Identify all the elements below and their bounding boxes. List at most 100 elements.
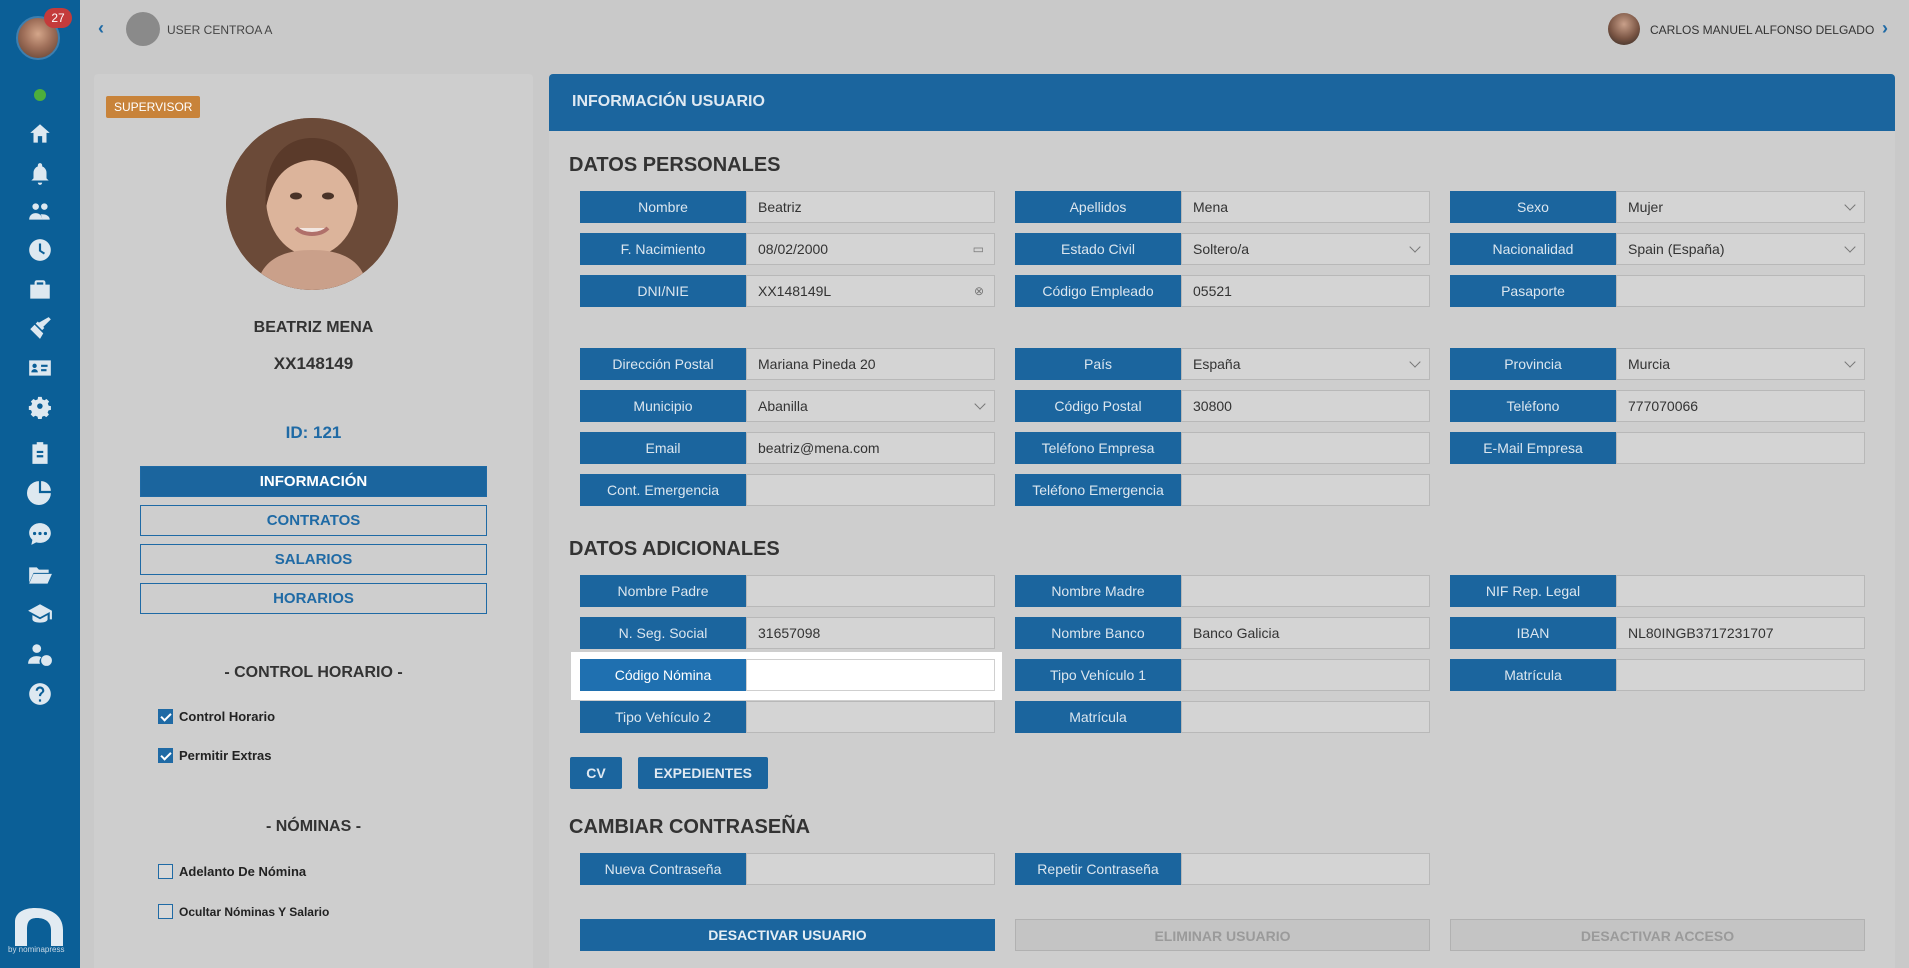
apellidos-input[interactable]: Mena xyxy=(1181,191,1430,223)
email-empresa-input[interactable] xyxy=(1616,432,1865,464)
clipboard-icon[interactable] xyxy=(26,439,54,467)
broom-icon[interactable] xyxy=(26,314,54,342)
tab-contratos[interactable]: CONTRATOS xyxy=(140,505,487,536)
nacimiento-input[interactable]: 08/02/2000 ▭ xyxy=(746,233,995,265)
clear-icon[interactable]: ⊗ xyxy=(974,276,984,306)
field-label: Matrícula xyxy=(1450,659,1616,691)
nueva-contrasena-input[interactable] xyxy=(746,853,995,885)
field-label: Nombre Banco xyxy=(1015,617,1181,649)
nombre-padre-input[interactable] xyxy=(746,575,995,607)
municipio-select[interactable]: Abanilla xyxy=(746,390,995,422)
matricula-1-input[interactable] xyxy=(1616,659,1865,691)
repetir-contrasena-input[interactable] xyxy=(1181,853,1430,885)
field-label: Nacionalidad xyxy=(1450,233,1616,265)
permitir-extras-checkbox[interactable] xyxy=(158,748,173,763)
field-label: Municipio xyxy=(580,390,746,422)
codigo-empleado-field: Código Empleado 05521 xyxy=(1015,275,1430,307)
ocultar-nominas-checkbox[interactable] xyxy=(158,904,173,919)
tab-informacion[interactable]: INFORMACIÓN xyxy=(140,466,487,497)
seg-social-field: N. Seg. Social 31657098 xyxy=(580,617,995,649)
calendar-icon[interactable]: ▭ xyxy=(973,234,984,264)
control-horario-checkbox[interactable] xyxy=(158,709,173,724)
folder-icon[interactable] xyxy=(26,561,54,589)
estado-civil-select[interactable]: Soltero/a xyxy=(1181,233,1430,265)
help-icon[interactable] xyxy=(26,680,54,708)
centre-name: USER CENTROA A xyxy=(167,23,273,37)
codigo-nomina-input[interactable] xyxy=(746,659,995,691)
telefono-input[interactable]: 777070066 xyxy=(1616,390,1865,422)
brand-by-text: by nominapress xyxy=(8,945,65,954)
control-horario-checkbox-row[interactable]: Control Horario xyxy=(158,709,275,724)
codigo-empleado-input[interactable]: 05521 xyxy=(1181,275,1430,307)
eliminar-usuario-button[interactable]: ELIMINAR USUARIO xyxy=(1015,919,1430,951)
nombre-madre-input[interactable] xyxy=(1181,575,1430,607)
current-user-name[interactable]: CARLOS MANUEL ALFONSO DELGADO xyxy=(1650,23,1874,37)
graduation-cap-icon[interactable] xyxy=(26,600,54,628)
pasaporte-field: Pasaporte xyxy=(1450,275,1865,307)
sidebar: 27 by nominapress xyxy=(0,0,80,968)
sexo-select[interactable]: Mujer xyxy=(1616,191,1865,223)
field-label: Nueva Contraseña xyxy=(580,853,746,885)
role-badge: SUPERVISOR xyxy=(106,96,201,118)
current-user-avatar[interactable] xyxy=(1608,13,1640,45)
telefono-emergencia-input[interactable] xyxy=(1181,474,1430,506)
profile-id: ID: 121 xyxy=(285,423,342,442)
pie-chart-icon[interactable] xyxy=(26,478,54,506)
telefono-empresa-input[interactable] xyxy=(1181,432,1430,464)
nacionalidad-select[interactable]: Spain (España) xyxy=(1616,233,1865,265)
card-header-title: INFORMACIÓN USUARIO xyxy=(572,93,765,110)
select-value: Soltero/a xyxy=(1193,241,1250,257)
field-label: Tipo Vehículo 1 xyxy=(1015,659,1181,691)
field-label: NIF Rep. Legal xyxy=(1450,575,1616,607)
id-card-icon[interactable] xyxy=(26,354,54,382)
field-label: Cont. Emergencia xyxy=(580,474,746,506)
direccion-input[interactable]: Mariana Pineda 20 xyxy=(746,348,995,380)
chevron-right-icon[interactable]: › xyxy=(1882,18,1888,39)
users-icon[interactable] xyxy=(26,198,54,226)
cont-emergencia-input[interactable] xyxy=(746,474,995,506)
nombre-banco-input[interactable]: Banco Galicia xyxy=(1181,617,1430,649)
nif-rep-legal-input[interactable] xyxy=(1616,575,1865,607)
codigo-postal-input[interactable]: 30800 xyxy=(1181,390,1430,422)
adelanto-nomina-checkbox-row[interactable]: Adelanto De Nómina xyxy=(158,864,306,879)
home-icon[interactable] xyxy=(26,120,54,148)
chevron-left-icon[interactable]: ‹ xyxy=(98,18,118,38)
gear-icon[interactable] xyxy=(26,395,54,423)
user-money-icon[interactable] xyxy=(26,640,54,668)
clock-icon[interactable] xyxy=(26,236,54,264)
cv-button[interactable]: CV xyxy=(570,757,622,789)
adelanto-nomina-checkbox[interactable] xyxy=(158,864,173,879)
profile-dni: XX148149 xyxy=(273,354,354,373)
briefcase-icon[interactable] xyxy=(26,276,54,304)
nombre-input[interactable]: Beatriz xyxy=(746,191,995,223)
desactivar-usuario-button[interactable]: DESACTIVAR USUARIO xyxy=(580,919,995,951)
chat-icon[interactable] xyxy=(26,520,54,548)
field-label: Nombre Madre xyxy=(1015,575,1181,607)
pais-select[interactable]: España xyxy=(1181,348,1430,380)
profile-photo xyxy=(226,118,398,290)
iban-input[interactable]: NL80INGB3717231707 xyxy=(1616,617,1865,649)
control-horario-title: - CONTROL HORARIO - xyxy=(224,664,403,681)
field-label: DNI/NIE xyxy=(580,275,746,307)
seg-social-input[interactable]: 31657098 xyxy=(746,617,995,649)
dni-input[interactable]: XX148149L ⊗ xyxy=(746,275,995,307)
tab-salarios[interactable]: SALARIOS xyxy=(140,544,487,575)
tab-horarios[interactable]: HORARIOS xyxy=(140,583,487,614)
expedientes-button[interactable]: EXPEDIENTES xyxy=(638,757,768,789)
direccion-field: Dirección Postal Mariana Pineda 20 xyxy=(580,348,995,380)
provincia-select[interactable]: Murcia xyxy=(1616,348,1865,380)
tipo-vehiculo-2-input[interactable] xyxy=(746,701,995,733)
chevron-down-icon xyxy=(1844,241,1856,253)
field-label: Repetir Contraseña xyxy=(1015,853,1181,885)
email-input[interactable]: beatriz@mena.com xyxy=(746,432,995,464)
bell-icon[interactable] xyxy=(26,160,54,188)
field-label: Código Postal xyxy=(1015,390,1181,422)
field-label: Código Empleado xyxy=(1015,275,1181,307)
pasaporte-input[interactable] xyxy=(1616,275,1865,307)
ocultar-nominas-checkbox-row[interactable]: Ocultar Nóminas Y Salario xyxy=(158,904,329,919)
apellidos-field: Apellidos Mena xyxy=(1015,191,1430,223)
tipo-vehiculo-1-input[interactable] xyxy=(1181,659,1430,691)
matricula-2-input[interactable] xyxy=(1181,701,1430,733)
desactivar-acceso-button[interactable]: DESACTIVAR ACCESO xyxy=(1450,919,1865,951)
permitir-extras-checkbox-row[interactable]: Permitir Extras xyxy=(158,748,272,763)
